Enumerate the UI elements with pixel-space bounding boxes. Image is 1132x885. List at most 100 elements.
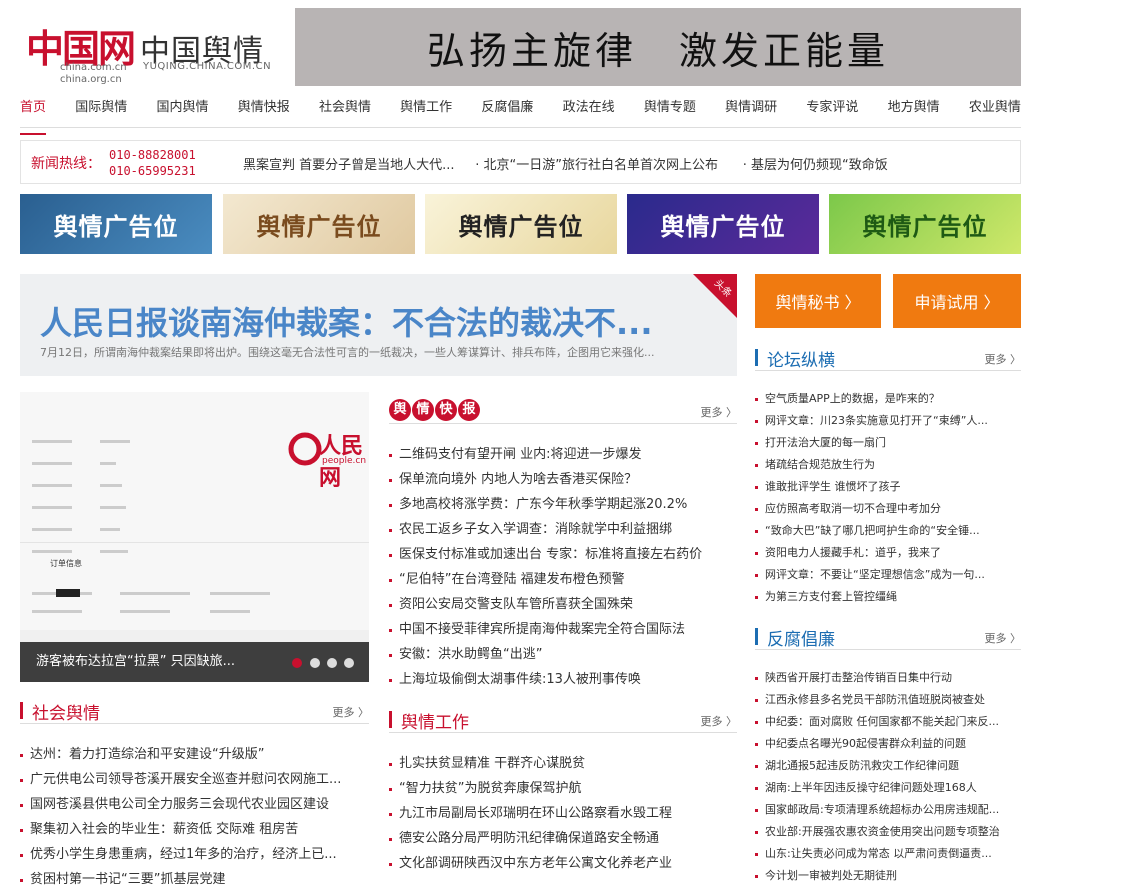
ad-slot-2[interactable]: 舆情广告位 bbox=[223, 194, 415, 254]
top-banner[interactable]: 弘扬主旋律 激发正能量 bbox=[295, 8, 1021, 86]
nav-item[interactable]: 舆情快报 bbox=[238, 96, 290, 127]
headline-summary: 7月12日，所谓南海仲裁案结果即将出炉。围绕这毫无合法性可言的一纸裁决，一些人筹… bbox=[40, 346, 655, 359]
list-item[interactable]: 医保支付标准或加速出台 专家：标准将直接左右药价 bbox=[389, 542, 737, 567]
news-ticker: 黑案宣判 首要分子曾是当地人大代... · 北京“一日游”旅行社白名单首次网上公… bbox=[243, 154, 888, 173]
list-item[interactable]: 德安公路分局严明防汛纪律确保道路安全畅通 bbox=[389, 826, 737, 851]
list-item[interactable]: 农民工返乡子女入学调查：消除就学中利益捆绑 bbox=[389, 517, 737, 542]
list-item[interactable]: 达州：着力打造综治和平安建设“升级版” bbox=[20, 742, 369, 767]
nav-item[interactable]: 国内舆情 bbox=[156, 96, 208, 127]
list-item[interactable]: 资阳公安局交警支队车管所喜获全国殊荣 bbox=[389, 592, 737, 617]
list-item[interactable]: 湖北通报5起违反防汛救灾工作纪律问题 bbox=[755, 755, 1021, 777]
list-item[interactable]: 国家邮政局:专项清理系统超标办公用房违规配... bbox=[755, 799, 1021, 821]
social-title[interactable]: 社会舆情 bbox=[32, 699, 100, 724]
list-item[interactable]: 为第三方支付套上管控缰绳 bbox=[755, 586, 1021, 608]
list-item[interactable]: 中纪委点名曝光90起侵害群众利益的问题 bbox=[755, 733, 1021, 755]
nav-item[interactable]: 舆情工作 bbox=[400, 96, 452, 127]
forum-list: 空气质量APP上的数据，是咋来的？ 网评文章：川23条实施意见打开了“束缚”人.… bbox=[755, 388, 1021, 608]
list-item[interactable]: 多地高校将涨学费：广东今年秋季学期起涨20.2% bbox=[389, 492, 737, 517]
list-item[interactable]: 贫困村第一书记“三要”抓基层党建 bbox=[20, 867, 369, 885]
photo-slider[interactable]: 人民网 people.cn 订单信息 游客被布达拉宫“拉黑” 只因缺旅... bbox=[20, 392, 369, 682]
secretary-button[interactable]: 舆情秘书 〉 bbox=[755, 274, 881, 328]
list-item[interactable]: 扎实扶贫显精准 干群齐心谋脱贫 bbox=[389, 751, 737, 776]
list-item[interactable]: 资阳电力人援藏手札：道乎，我来了 bbox=[755, 542, 1021, 564]
ad-slot-3[interactable]: 舆情广告位 bbox=[425, 194, 617, 254]
list-item[interactable]: “致命大巴”缺了哪几把呵护生命的“安全锤... bbox=[755, 520, 1021, 542]
anticorruption-more-link[interactable]: 更多 〉 bbox=[985, 630, 1022, 646]
hotline-bar: 新闻热线： 010-88828001 010-65995231 黑案宣判 首要分… bbox=[20, 140, 1021, 184]
headline-title[interactable]: 人民日报谈南海仲裁案：不合法的裁决不... bbox=[40, 298, 652, 344]
headline-box[interactable]: 人民日报谈南海仲裁案：不合法的裁决不... 7月12日，所谓南海仲裁案结果即将出… bbox=[20, 274, 737, 376]
work-title[interactable]: 舆情工作 bbox=[401, 708, 469, 733]
list-item[interactable]: 网评文章：不要让“坚定理想信念”成为一句... bbox=[755, 564, 1021, 586]
forum-more-link[interactable]: 更多 〉 bbox=[985, 351, 1022, 367]
list-item[interactable]: 聚集初入社会的毕业生：薪资低 交际难 租房苦 bbox=[20, 817, 369, 842]
list-item[interactable]: 国网苍溪县供电公司全力服务三会现代农业园区建设 bbox=[20, 792, 369, 817]
list-item[interactable]: “尼伯特”在台湾登陆 福建发布橙色预警 bbox=[389, 567, 737, 592]
slide-dot[interactable] bbox=[344, 658, 354, 668]
nav-item[interactable]: 反腐倡廉 bbox=[481, 96, 533, 127]
list-item[interactable]: 安徽：洪水助鳄鱼“出逃” bbox=[389, 642, 737, 667]
main-nav: 首页 国际舆情 国内舆情 舆情快报 社会舆情 舆情工作 反腐倡廉 政法在线 舆情… bbox=[20, 96, 1021, 135]
forum-header: 论坛纵横 更多 〉 bbox=[755, 345, 1021, 371]
logo-domain-1: china.com.cn bbox=[60, 62, 127, 73]
nav-item[interactable]: 舆情专题 bbox=[644, 96, 696, 127]
list-item[interactable]: “智力扶贫”为脱贫奔康保驾护航 bbox=[389, 776, 737, 801]
quick-news-badge[interactable]: 舆情快报 bbox=[389, 398, 481, 421]
list-item[interactable]: 空气质量APP上的数据，是咋来的？ bbox=[755, 388, 1021, 410]
list-item[interactable]: 中纪委：面对腐败 任何国家都不能关起门来反... bbox=[755, 711, 1021, 733]
list-item[interactable]: 网评文章：川23条实施意见打开了“束缚”人... bbox=[755, 410, 1021, 432]
section-marker bbox=[755, 628, 758, 645]
nav-item[interactable]: 专家评说 bbox=[806, 96, 858, 127]
list-item[interactable]: 应仿照高考取消一切不合理中考加分 bbox=[755, 498, 1021, 520]
slide-dot[interactable] bbox=[310, 658, 320, 668]
nav-item[interactable]: 地方舆情 bbox=[888, 96, 940, 127]
form-title: 订单信息 bbox=[50, 559, 82, 568]
ticker-item[interactable]: 黑案宣判 首要分子曾是当地人大代... bbox=[243, 158, 455, 173]
logo-domains: china.com.cn china.org.cn bbox=[60, 62, 127, 86]
list-item[interactable]: 上海垃圾偷倒太湖事件续:13人被刑事传唤 bbox=[389, 667, 737, 692]
nav-item[interactable]: 舆情调研 bbox=[725, 96, 777, 127]
list-item[interactable]: 广元供电公司领导苍溪开展安全巡查并慰问农网施工... bbox=[20, 767, 369, 792]
list-item[interactable]: 湖南:上半年因违反操守纪律问题处理168人 bbox=[755, 777, 1021, 799]
list-item[interactable]: 山东:让失责必问成为常态 以严肃问责倒逼责... bbox=[755, 843, 1021, 865]
nav-home[interactable]: 首页 bbox=[20, 96, 47, 135]
list-item[interactable]: 九江市局副局长邓瑞明在环山公路察看水毁工程 bbox=[389, 801, 737, 826]
logo-domain-2: china.org.cn bbox=[60, 74, 122, 85]
ad-slot-1[interactable]: 舆情广告位 bbox=[20, 194, 212, 254]
work-more-link[interactable]: 更多 〉 bbox=[701, 713, 738, 729]
quick-news-header: 舆情快报 更多 〉 bbox=[389, 398, 737, 424]
list-item[interactable]: 谁敢批评学生 谁惯坏了孩子 bbox=[755, 476, 1021, 498]
nav-item[interactable]: 社会舆情 bbox=[319, 96, 371, 127]
trial-button[interactable]: 申请试用 〉 bbox=[893, 274, 1021, 328]
list-item[interactable]: 文化部调研陕西汉中东方老年公寓文化养老产业 bbox=[389, 851, 737, 876]
section-marker bbox=[389, 711, 392, 728]
nav-item[interactable]: 国际舆情 bbox=[75, 96, 127, 127]
anticorruption-list: 陕西省开展打击整治传销百日集中行动 江西永修县多名党员干部防汛值班脱岗被查处 中… bbox=[755, 667, 1021, 885]
ad-slot-4[interactable]: 舆情广告位 bbox=[627, 194, 819, 254]
anticorruption-title[interactable]: 反腐倡廉 bbox=[767, 625, 835, 650]
ticker-item[interactable]: · 北京“一日游”旅行社白名单首次网上公布 bbox=[475, 158, 718, 173]
social-header: 社会舆情 更多 〉 bbox=[20, 698, 369, 724]
list-item[interactable]: 打开法治大厦的每一扇门 bbox=[755, 432, 1021, 454]
nav-item[interactable]: 农业舆情 bbox=[969, 96, 1021, 127]
slide-dot-active[interactable] bbox=[292, 658, 302, 668]
forum-title[interactable]: 论坛纵横 bbox=[767, 346, 835, 371]
list-item[interactable]: 堵疏结合规范放生行为 bbox=[755, 454, 1021, 476]
hotline-label: 新闻热线： bbox=[31, 156, 101, 172]
list-item[interactable]: 陕西省开展打击整治传销百日集中行动 bbox=[755, 667, 1021, 689]
ad-slot-5[interactable]: 舆情广告位 bbox=[829, 194, 1021, 254]
list-item[interactable]: 今计划一审被判处无期徒刑 bbox=[755, 865, 1021, 885]
list-item[interactable]: 中国不接受菲律宾所提南海仲裁案完全符合国际法 bbox=[389, 617, 737, 642]
list-item[interactable]: 保单流向境外 内地人为啥去香港买保险？ bbox=[389, 467, 737, 492]
quick-news-more-link[interactable]: 更多 〉 bbox=[701, 404, 738, 420]
list-item[interactable]: 江西永修县多名党员干部防汛值班脱岗被查处 bbox=[755, 689, 1021, 711]
nav-item[interactable]: 政法在线 bbox=[563, 96, 615, 127]
list-item[interactable]: 农业部:开展强农惠农资金使用突出问题专项整治 bbox=[755, 821, 1021, 843]
ticker-item[interactable]: · 基层为何仍频现“致命饭 bbox=[743, 158, 888, 173]
list-item[interactable]: 二维码支付有望开闸 业内:将迎进一步爆发 bbox=[389, 442, 737, 467]
slide-image bbox=[20, 432, 369, 642]
slide-dot[interactable] bbox=[327, 658, 337, 668]
social-more-link[interactable]: 更多 〉 bbox=[333, 704, 370, 720]
list-item[interactable]: 优秀小学生身患重病，经过1年多的治疗，经济上已... bbox=[20, 842, 369, 867]
people-logo-sub: people.cn bbox=[322, 456, 367, 466]
